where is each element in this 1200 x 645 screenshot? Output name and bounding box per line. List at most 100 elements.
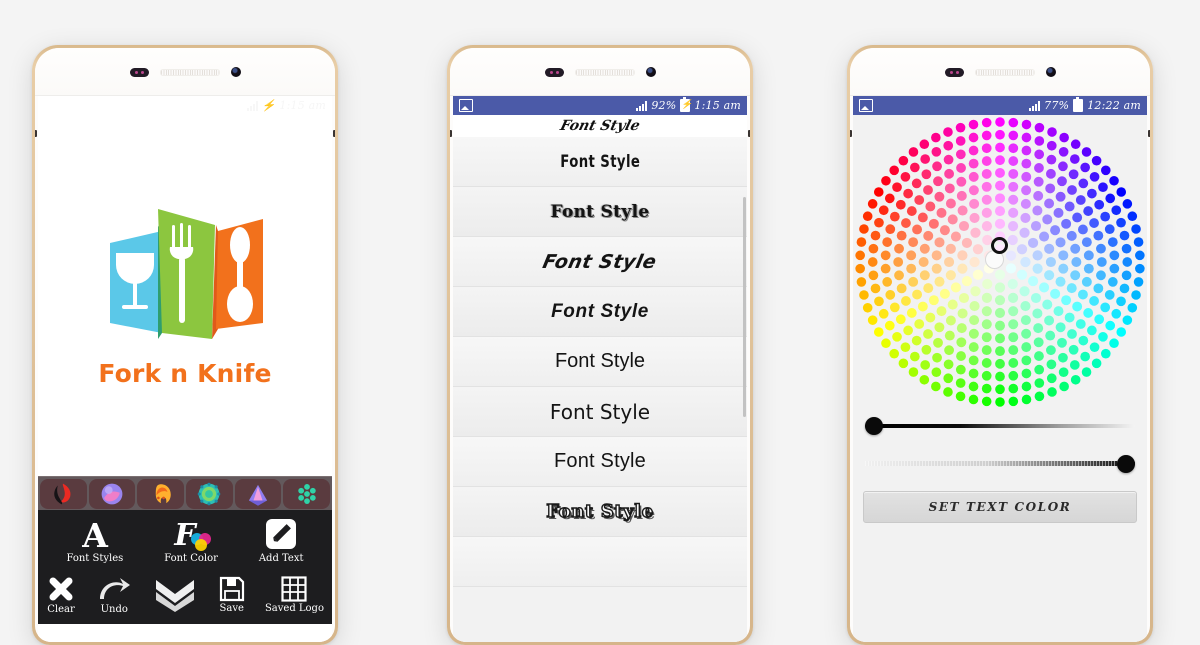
clear-button[interactable]: Clear [46,575,76,615]
saved-logo-button[interactable]: Saved Logo [265,576,324,614]
alpha-handle[interactable] [1117,455,1135,473]
screen-bottom-strip [38,624,332,642]
phone-screen-frame: ⚡ 1:15 am Fork n Knife A Font Styles F F… [35,48,335,642]
font-sample-text: Font Style [554,350,646,372]
collapse-button[interactable] [152,578,198,613]
phone-font-styles: 92% ⚡ 1:15 am Font Style Font Style Font… [447,45,753,645]
undo-arrow-icon [96,575,132,603]
status-bar: ⚡ 1:15 am [38,96,332,115]
font-list-item[interactable]: Font Style [453,187,747,237]
panel-green [158,208,215,339]
font-sample-text: Font Style [551,300,649,322]
color-selector-ring[interactable] [991,237,1008,254]
effect-pink-crown[interactable] [234,478,282,509]
phone-top-bezel [450,48,750,96]
letter-a-icon: A [76,518,114,552]
font-color-button[interactable]: F Font Color [164,518,218,564]
logo-mark [110,208,263,339]
effect-teal-mandala[interactable] [186,478,233,509]
bolt-icon: ⚡ [261,99,276,112]
battery-percent: 77% [1044,99,1070,112]
letter-f-color-icon: F [171,518,212,552]
color-picker-panel: SET TEXT COLOR [853,115,1147,642]
add-text-label: Add Text [258,553,304,564]
add-text-button[interactable]: Add Text [259,518,304,564]
font-list-item[interactable]: Font Style [453,437,747,487]
right-side-button[interactable] [1148,130,1150,137]
brightness-slider[interactable] [865,413,1135,439]
font-list-item[interactable]: Font Style [453,287,747,337]
save-button[interactable]: Save [219,576,245,614]
save-label: Save [219,603,244,614]
font-sample-text: Font Style [549,399,651,424]
font-styles-label: Font Styles [66,553,124,564]
effect-red-leaf[interactable] [40,478,87,509]
left-side-button[interactable] [850,130,852,137]
screenshot-stage: ⚡ 1:15 am Fork n Knife A Font Styles F F… [0,0,1200,645]
floppy-disk-icon [219,576,245,602]
font-color-label: Font Color [164,553,218,564]
logo-artwork[interactable]: Fork n Knife [98,201,271,388]
status-time: 12:22 am [1087,99,1141,112]
set-text-color-button[interactable]: SET TEXT COLOR [863,491,1137,523]
font-list-item[interactable] [453,537,747,587]
effect-green-hex[interactable] [283,478,331,509]
font-sample-text: Font Style [550,201,650,222]
font-list-item[interactable]: Font Style [453,137,747,187]
phone-logo-editor: ⚡ 1:15 am Fork n Knife A Font Styles F F… [32,45,338,645]
font-sample-text: Font Style [546,500,654,522]
font-styles-button[interactable]: A Font Styles [66,518,123,564]
alpha-slider[interactable] [865,451,1135,477]
alpha-track [865,461,1135,466]
toolbar-row-secondary: Clear Undo Save Saved Logo [38,568,332,624]
toolbar-row-primary: A Font Styles F Font Color Add Text [38,510,332,568]
brightness-handle[interactable] [865,417,883,435]
double-chevron-down-icon [152,578,198,612]
proximity-sensor-icon [129,67,149,77]
status-bar: 92% ⚡ 1:15 am [453,96,747,115]
logo-title: Fork n Knife [98,358,272,388]
hsv-dot-color-wheel[interactable] [855,117,1145,407]
font-sample-text: Font Style [553,450,647,472]
grid-icon [281,576,308,602]
font-sample-text: Font Style [540,250,660,273]
font-list-item[interactable]: Font Style [453,387,747,437]
phone-top-bezel [850,48,1150,96]
status-right: 92% ⚡ 1:15 am [636,97,741,112]
effects-strip [38,476,332,510]
undo-button[interactable]: Undo [96,575,132,615]
right-side-button[interactable] [333,130,335,137]
signal-bars-icon [246,100,258,111]
brightness-track [865,424,1135,428]
logo-canvas[interactable]: Fork n Knife [38,115,332,491]
font-style-list[interactable]: Font Style Font Style Font Style Font St… [453,137,747,642]
status-left [859,99,873,112]
earpiece-speaker-icon [574,68,635,76]
signal-bars-icon [636,100,648,111]
right-side-button[interactable] [748,130,750,137]
effect-violet-orb[interactable] [88,478,136,509]
app-screen-font-styles: 92% ⚡ 1:15 am Font Style Font Style Font… [453,96,747,642]
list-scrollbar[interactable] [743,197,746,417]
phone-top-bezel [35,48,335,96]
front-camera-icon [1045,67,1056,77]
gallery-icon [859,99,873,112]
cross-icon [46,575,76,603]
svg-text:A: A [81,518,108,552]
earpiece-speaker-icon [159,68,220,76]
effect-orange-face[interactable] [137,478,185,509]
left-side-button[interactable] [450,130,452,137]
app-screen-logo-editor: ⚡ 1:15 am Fork n Knife A Font Styles F F… [38,96,332,642]
left-side-button[interactable] [35,130,37,137]
font-list-item[interactable]: Font Style [453,337,747,387]
proximity-sensor-icon [944,67,964,77]
font-list-item[interactable]: Font Style [453,487,747,537]
font-sample-text: Font Style [560,151,640,172]
battery-percent: 92% [651,99,677,112]
font-list-item[interactable]: Font Style [453,237,747,287]
phone-screen-frame: 77% 12:22 am SET TEXT COLOR [850,48,1150,642]
status-right: ⚡ 1:15 am [246,99,327,112]
front-camera-icon [230,67,241,77]
gallery-icon [459,99,473,112]
battery-charging-icon: ⚡ [680,97,693,112]
